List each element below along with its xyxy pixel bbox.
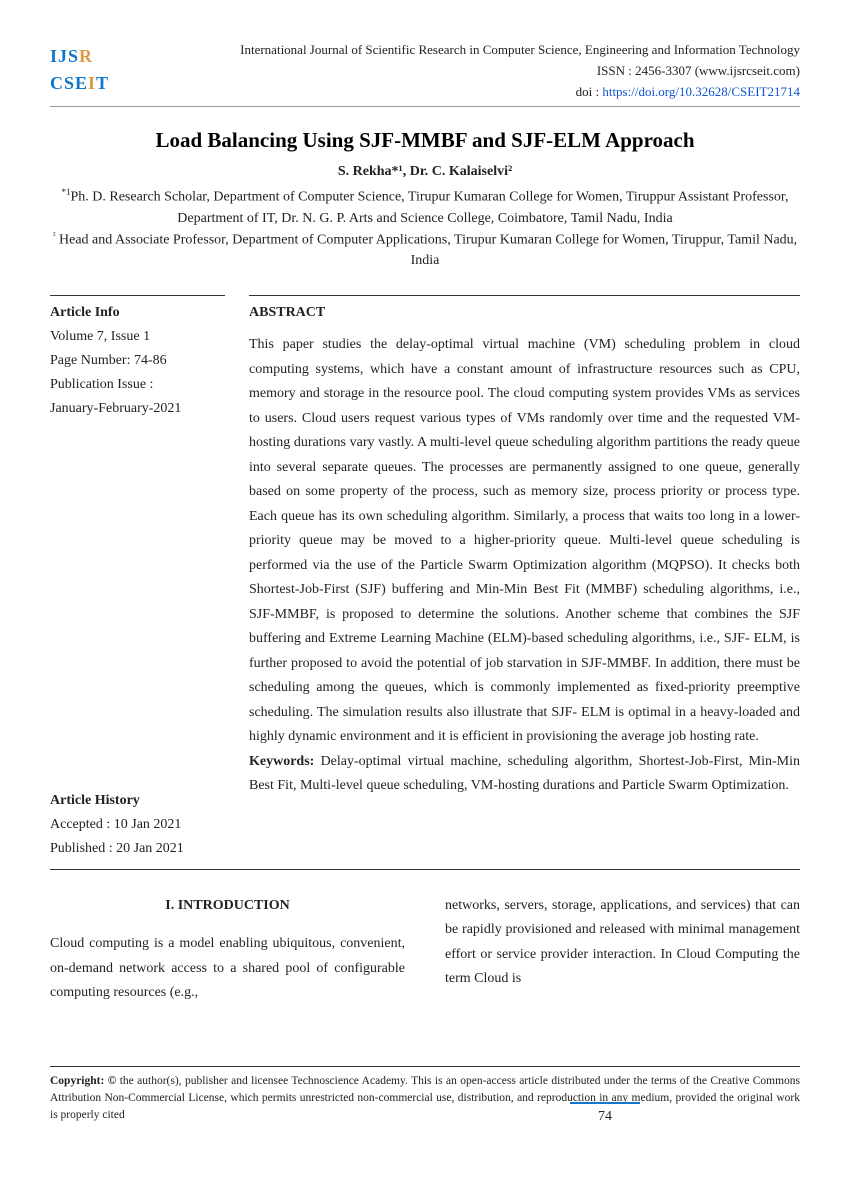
intro-left-col: I. INTRODUCTION Cloud computing is a mod… — [50, 894, 405, 1006]
header-meta: International Journal of Scientific Rese… — [139, 40, 800, 102]
authors: S. Rekha*¹, Dr. C. Kalaiselvi² — [50, 161, 800, 182]
pages-line: Page Number: 74-86 — [50, 349, 225, 373]
keywords-text: Delay-optimal virtual machine, schedulin… — [249, 754, 800, 794]
abstract-body: This paper studies the delay-optimal vir… — [249, 333, 800, 799]
pub-issue: January-February-2021 — [50, 397, 225, 421]
intro-row: I. INTRODUCTION Cloud computing is a mod… — [50, 894, 800, 1006]
journal-logo: IJSR CSEIT — [50, 40, 124, 100]
issn-line: ISSN : 2456-3307 (www.ijsrcseit.com) — [139, 61, 800, 82]
intro-right-col: networks, servers, storage, applications… — [445, 894, 800, 1006]
paper-title: Load Balancing Using SJF-MMBF and SJF-EL… — [50, 125, 800, 157]
abstract-heading: ABSTRACT — [249, 295, 800, 323]
main-block: Article Info Volume 7, Issue 1 Page Numb… — [50, 295, 800, 861]
intro-heading: I. INTRODUCTION — [50, 894, 405, 919]
article-history-heading: Article History — [50, 790, 225, 811]
doi-line: doi : https://doi.org/10.32628/CSEIT2171… — [139, 82, 800, 103]
header: IJSR CSEIT International Journal of Scie… — [50, 40, 800, 107]
article-info-heading: Article Info — [50, 302, 225, 323]
doi-link[interactable]: https://doi.org/10.32628/CSEIT21714 — [602, 84, 800, 99]
published-line: Published : 20 Jan 2021 — [50, 837, 225, 861]
sidebar: Article Info Volume 7, Issue 1 Page Numb… — [50, 295, 225, 861]
volume-line: Volume 7, Issue 1 — [50, 325, 225, 349]
abstract-column: ABSTRACT This paper studies the delay-op… — [249, 295, 800, 861]
footer: Copyright: © the author(s), publisher an… — [50, 1066, 800, 1125]
keywords-label: Keywords: — [249, 754, 321, 769]
copyright-label: Copyright: © — [50, 1075, 116, 1087]
copyright-text: the author(s), publisher and licensee Te… — [50, 1075, 800, 1122]
page-number: 74 — [570, 1102, 640, 1129]
affiliations: *1Ph. D. Research Scholar, Department of… — [50, 186, 800, 271]
journal-title: International Journal of Scientific Rese… — [139, 40, 800, 61]
section-divider — [50, 869, 800, 870]
intro-left-text: Cloud computing is a model enabling ubiq… — [50, 932, 405, 1006]
accepted-line: Accepted : 10 Jan 2021 — [50, 813, 225, 837]
intro-right-text: networks, servers, storage, applications… — [445, 894, 800, 992]
pub-issue-label: Publication Issue : — [50, 373, 225, 397]
